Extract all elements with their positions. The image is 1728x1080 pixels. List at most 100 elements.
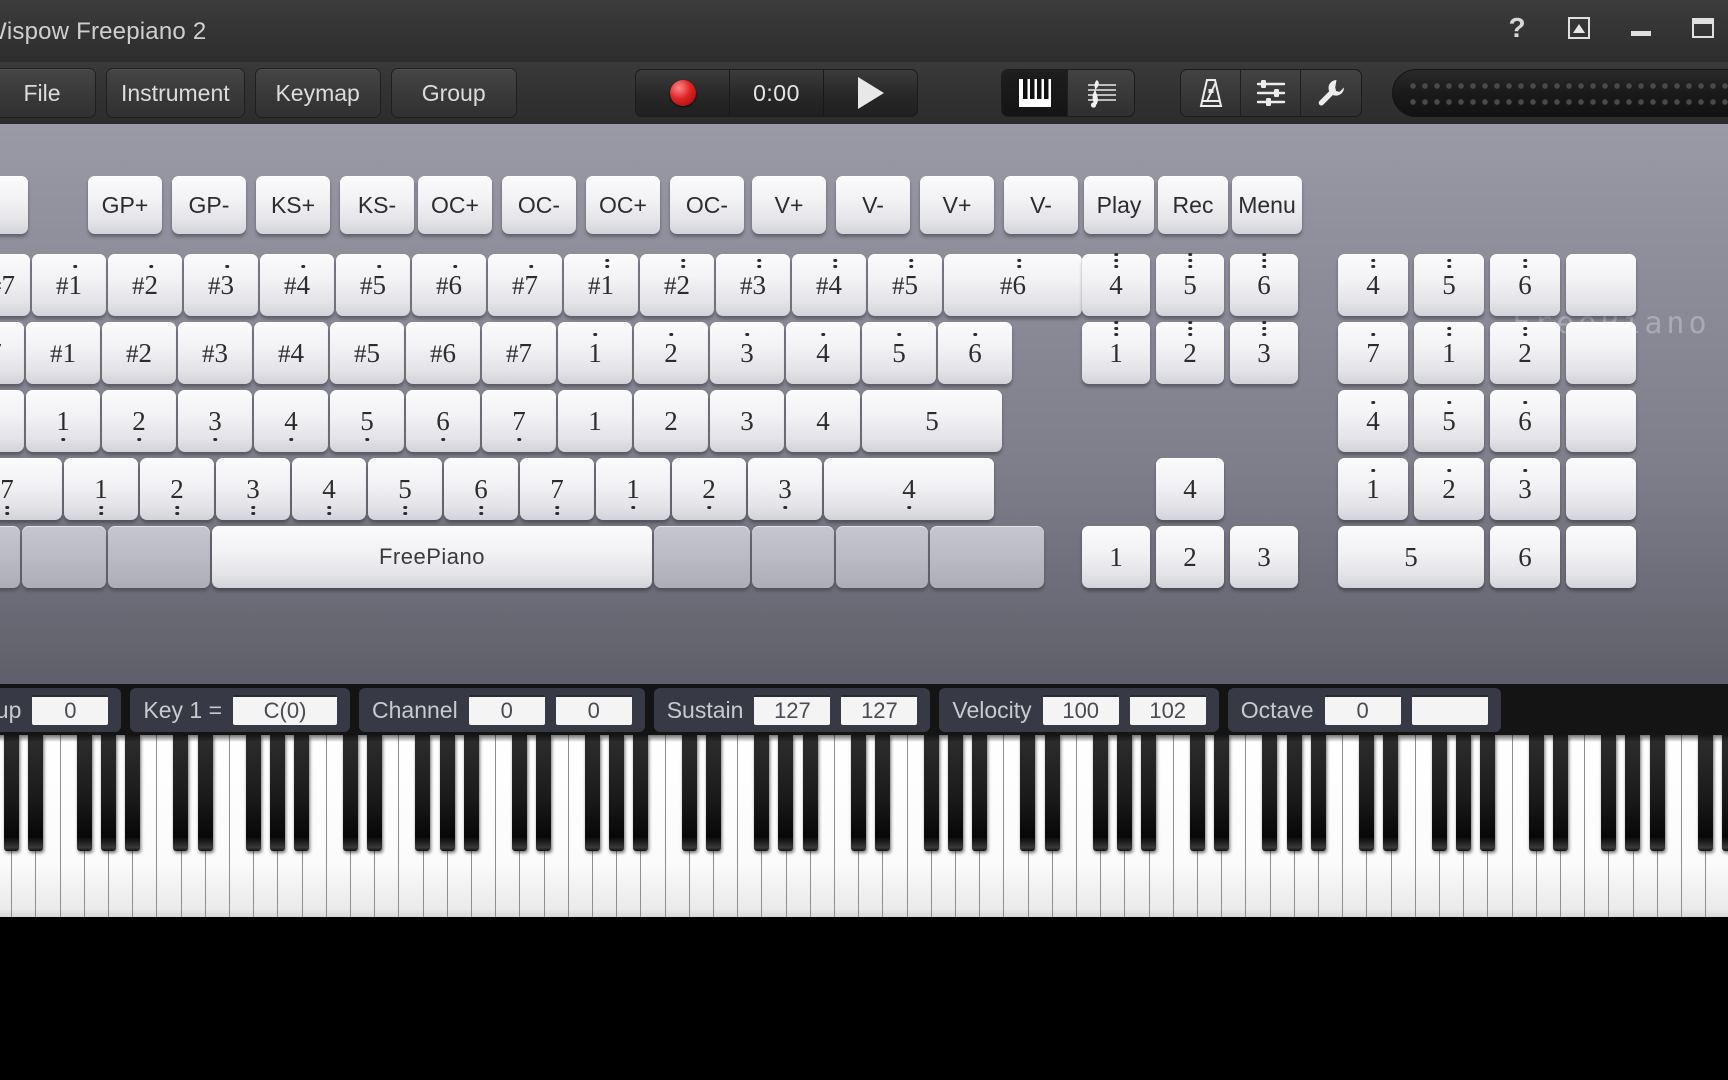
- status-field-octave-1[interactable]: [1411, 695, 1488, 725]
- status-field-key-0[interactable]: C(0): [233, 695, 338, 725]
- numpad-right-r3-1[interactable]: 5: [1414, 390, 1484, 452]
- piano-black-key[interactable]: [1310, 735, 1326, 851]
- fn-key-gp-0-1[interactable]: GP-: [172, 176, 246, 234]
- mod-key-ctrl[interactable]: [0, 526, 20, 588]
- piano-black-key[interactable]: [971, 735, 987, 851]
- piano-black-key[interactable]: [633, 735, 649, 851]
- piano-black-key[interactable]: [463, 735, 479, 851]
- piano-black-key[interactable]: [439, 735, 455, 851]
- note-key-num-10[interactable]: #3: [716, 254, 790, 316]
- note-key-num-4[interactable]: #4: [260, 254, 334, 316]
- note-key-num-5[interactable]: #5: [336, 254, 410, 316]
- note-key-num-12[interactable]: #5: [868, 254, 942, 316]
- piano-black-key[interactable]: [681, 735, 697, 851]
- numpad-mid-r4-0[interactable]: 4: [1156, 458, 1224, 520]
- piano-black-key[interactable]: [875, 735, 891, 851]
- note-key-zxcv-0[interactable]: 7: [0, 458, 62, 520]
- piano-black-key[interactable]: [197, 735, 213, 851]
- record-button[interactable]: [636, 70, 730, 116]
- piano-black-key[interactable]: [1697, 735, 1713, 851]
- note-key-asdf-0[interactable]: 7: [0, 390, 24, 452]
- piano-black-key[interactable]: [850, 735, 866, 851]
- fn-key-oc-1-1[interactable]: OC-: [502, 176, 576, 234]
- note-key-num-2[interactable]: #2: [108, 254, 182, 316]
- mixer-button[interactable]: [1241, 70, 1301, 116]
- menu-instrument[interactable]: Instrument: [106, 68, 245, 118]
- piano-black-key[interactable]: [1117, 735, 1133, 851]
- fn-key-rec[interactable]: Rec: [1158, 176, 1228, 234]
- status-field-velocity-1[interactable]: 102: [1129, 695, 1206, 725]
- piano-black-key[interactable]: [754, 735, 770, 851]
- note-key-num-0[interactable]: #7: [0, 254, 30, 316]
- note-key-zxcv-2[interactable]: 2: [140, 458, 214, 520]
- piano-black-key[interactable]: [1359, 735, 1375, 851]
- note-key-asdf-7[interactable]: 7: [482, 390, 556, 452]
- note-key-num-8[interactable]: #1: [564, 254, 638, 316]
- note-key-zxcv-10[interactable]: 3: [748, 458, 822, 520]
- numpad-right-edge-r1[interactable]: [1566, 254, 1636, 316]
- note-key-zxcv-8[interactable]: 1: [596, 458, 670, 520]
- piano-keys-view-button[interactable]: [1002, 70, 1068, 116]
- space-key[interactable]: FreePiano: [212, 526, 652, 588]
- note-key-qwerty-2[interactable]: #2: [102, 322, 176, 384]
- piano-black-key[interactable]: [1092, 735, 1108, 851]
- numpad-right-edge-r4[interactable]: [1566, 458, 1636, 520]
- piano-black-key[interactable]: [342, 735, 358, 851]
- mod-key-altgr[interactable]: [654, 526, 750, 588]
- numpad-right-r5-1[interactable]: 6: [1490, 526, 1560, 588]
- numpad-right-edge-r3[interactable]: [1566, 390, 1636, 452]
- mod-key-alt[interactable]: [108, 526, 210, 588]
- numpad-right-r4-2[interactable]: 3: [1490, 458, 1560, 520]
- numpad-right-r1-2[interactable]: 6: [1490, 254, 1560, 316]
- mod-key-win[interactable]: [22, 526, 106, 588]
- status-field-velocity-0[interactable]: 100: [1042, 695, 1119, 725]
- settings-button[interactable]: [1301, 70, 1361, 116]
- numpad-right-r1-1[interactable]: 5: [1414, 254, 1484, 316]
- maximize-button[interactable]: [1686, 12, 1720, 44]
- note-key-asdf-1[interactable]: 1: [26, 390, 100, 452]
- help-button[interactable]: ?: [1500, 12, 1534, 44]
- status-field-group-0[interactable]: 0: [32, 695, 109, 725]
- piano-black-key[interactable]: [100, 735, 116, 851]
- piano-black-key[interactable]: [584, 735, 600, 851]
- piano-black-key[interactable]: [536, 735, 552, 851]
- piano-black-key[interactable]: [608, 735, 624, 851]
- numpad-right-edge-r2[interactable]: [1566, 322, 1636, 384]
- piano-black-key[interactable]: [270, 735, 286, 851]
- note-key-num-9[interactable]: #2: [640, 254, 714, 316]
- fn-key-gp-0-0[interactable]: GP+: [88, 176, 162, 234]
- note-key-zxcv-9[interactable]: 2: [672, 458, 746, 520]
- numpad-mid-r1-2[interactable]: 6: [1230, 252, 1298, 316]
- play-button[interactable]: [824, 70, 917, 116]
- numpad-mid-r5-2[interactable]: 3: [1230, 526, 1298, 588]
- piano-black-key[interactable]: [415, 735, 431, 851]
- note-key-qwerty-8[interactable]: 1: [558, 322, 632, 384]
- numpad-mid-r5-0[interactable]: 1: [1082, 526, 1150, 588]
- fn-key-oc-1-3[interactable]: OC-: [670, 176, 744, 234]
- numpad-right-r1-0[interactable]: 4: [1338, 254, 1408, 316]
- piano-black-key[interactable]: [245, 735, 261, 851]
- status-field-channel-1[interactable]: 0: [555, 695, 632, 725]
- time-display[interactable]: 0:00: [730, 70, 824, 116]
- note-key-asdf-11[interactable]: 4: [786, 390, 860, 452]
- piano-black-key[interactable]: [947, 735, 963, 851]
- note-key-qwerty-13[interactable]: 6: [938, 322, 1012, 384]
- piano-black-key[interactable]: [1189, 735, 1205, 851]
- fn-key-ks-0-3[interactable]: KS-: [340, 176, 414, 234]
- numpad-right-r3-2[interactable]: 6: [1490, 390, 1560, 452]
- piano-black-key[interactable]: [173, 735, 189, 851]
- status-field-channel-0[interactable]: 0: [468, 695, 545, 725]
- status-field-sustain-0[interactable]: 127: [754, 695, 831, 725]
- note-key-num-7[interactable]: #7: [488, 254, 562, 316]
- numpad-right-r2-0[interactable]: 7: [1338, 322, 1408, 384]
- mod-key-rwin[interactable]: [752, 526, 834, 588]
- note-key-asdf-4[interactable]: 4: [254, 390, 328, 452]
- numpad-mid-r2-1[interactable]: 2: [1156, 320, 1224, 384]
- note-key-zxcv-1[interactable]: 1: [64, 458, 138, 520]
- note-key-qwerty-9[interactable]: 2: [634, 322, 708, 384]
- note-key-qwerty-5[interactable]: #5: [330, 322, 404, 384]
- piano-black-key[interactable]: [923, 735, 939, 851]
- piano-black-key[interactable]: [1141, 735, 1157, 851]
- piano-black-key[interactable]: [1213, 735, 1229, 851]
- numpad-mid-r5-1[interactable]: 2: [1156, 526, 1224, 588]
